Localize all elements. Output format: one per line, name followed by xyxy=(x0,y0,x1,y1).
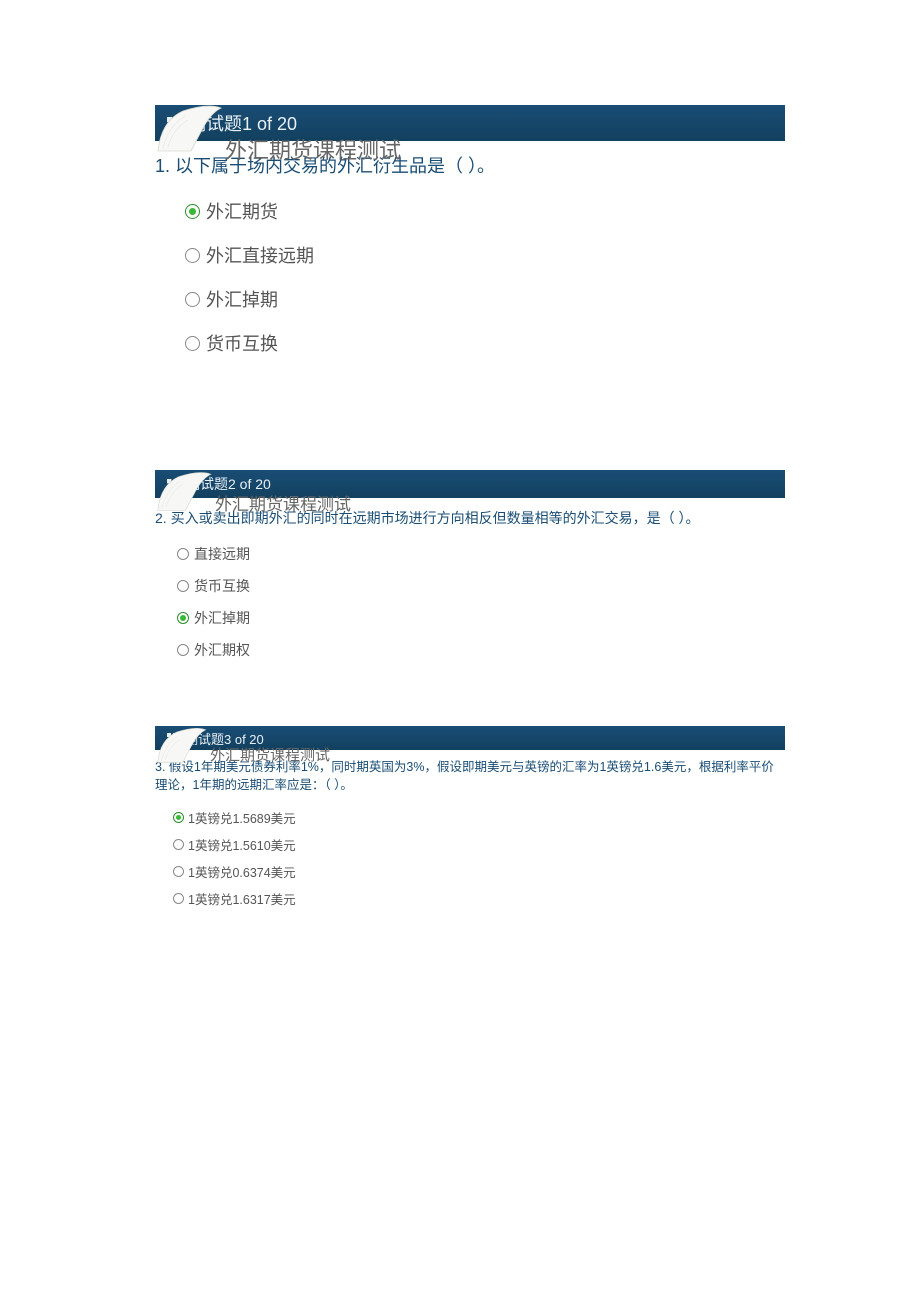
radio-icon xyxy=(173,812,184,823)
option-1[interactable]: 1英镑兑1.5689美元 xyxy=(173,804,785,831)
option-label: 外汇期货 xyxy=(206,198,278,224)
quiz-question-2: 外汇期货课程测试 测试题2 of 20 2. 买入或卖出即期外汇的同时在远期市场… xyxy=(0,470,920,666)
option-label: 1英镑兑0.6374美元 xyxy=(188,862,296,881)
option-4[interactable]: 货币互换 xyxy=(185,321,785,365)
option-label: 货币互换 xyxy=(206,330,278,356)
course-title: 外汇期货课程测试 xyxy=(225,133,401,165)
option-label: 外汇直接远期 xyxy=(206,242,314,268)
course-title: 外汇期货课程测试 xyxy=(210,744,330,765)
page-curl-icon xyxy=(153,726,208,764)
radio-icon xyxy=(173,839,184,850)
quiz-question-3: 外汇期货课程测试 测试题3 of 20 3. 假设1年期美元债券利率1%，同时期… xyxy=(0,726,920,912)
radio-icon xyxy=(173,893,184,904)
option-label: 直接远期 xyxy=(194,544,250,564)
option-label: 外汇掉期 xyxy=(206,286,278,312)
radio-icon xyxy=(185,336,200,351)
option-label: 1英镑兑1.5610美元 xyxy=(188,835,296,854)
page-curl-icon xyxy=(153,103,223,153)
option-label: 1英镑兑1.6317美元 xyxy=(188,889,296,908)
option-3[interactable]: 外汇掉期 xyxy=(185,277,785,321)
option-4[interactable]: 1英镑兑1.6317美元 xyxy=(173,885,785,912)
option-3[interactable]: 1英镑兑0.6374美元 xyxy=(173,858,785,885)
option-2[interactable]: 货币互换 xyxy=(177,570,785,602)
page-curl-icon xyxy=(153,470,213,512)
radio-icon xyxy=(177,612,189,624)
radio-icon xyxy=(177,548,189,560)
option-label: 1英镑兑1.5689美元 xyxy=(188,808,296,827)
radio-icon xyxy=(185,204,200,219)
options-group: 直接远期 货币互换 外汇掉期 外汇期权 xyxy=(155,528,785,666)
quiz-question-1: 外汇期货课程测试 测试题1 of 20 1. 以下属于场内交易的外汇衍生品是（ … xyxy=(0,105,920,365)
radio-icon xyxy=(185,248,200,263)
radio-icon xyxy=(173,866,184,877)
radio-icon xyxy=(185,292,200,307)
option-3[interactable]: 外汇掉期 xyxy=(177,602,785,634)
option-1[interactable]: 外汇期货 xyxy=(185,189,785,233)
option-label: 外汇期权 xyxy=(194,640,250,660)
options-group: 1英镑兑1.5689美元 1英镑兑1.5610美元 1英镑兑0.6374美元 1… xyxy=(155,794,785,912)
option-2[interactable]: 1英镑兑1.5610美元 xyxy=(173,831,785,858)
radio-icon xyxy=(177,644,189,656)
options-group: 外汇期货 外汇直接远期 外汇掉期 货币互换 xyxy=(155,179,785,365)
option-label: 外汇掉期 xyxy=(194,608,250,628)
option-label: 货币互换 xyxy=(194,576,250,596)
option-4[interactable]: 外汇期权 xyxy=(177,634,785,666)
course-title: 外汇期货课程测试 xyxy=(215,490,351,515)
radio-icon xyxy=(177,580,189,592)
option-2[interactable]: 外汇直接远期 xyxy=(185,233,785,277)
option-1[interactable]: 直接远期 xyxy=(177,538,785,570)
